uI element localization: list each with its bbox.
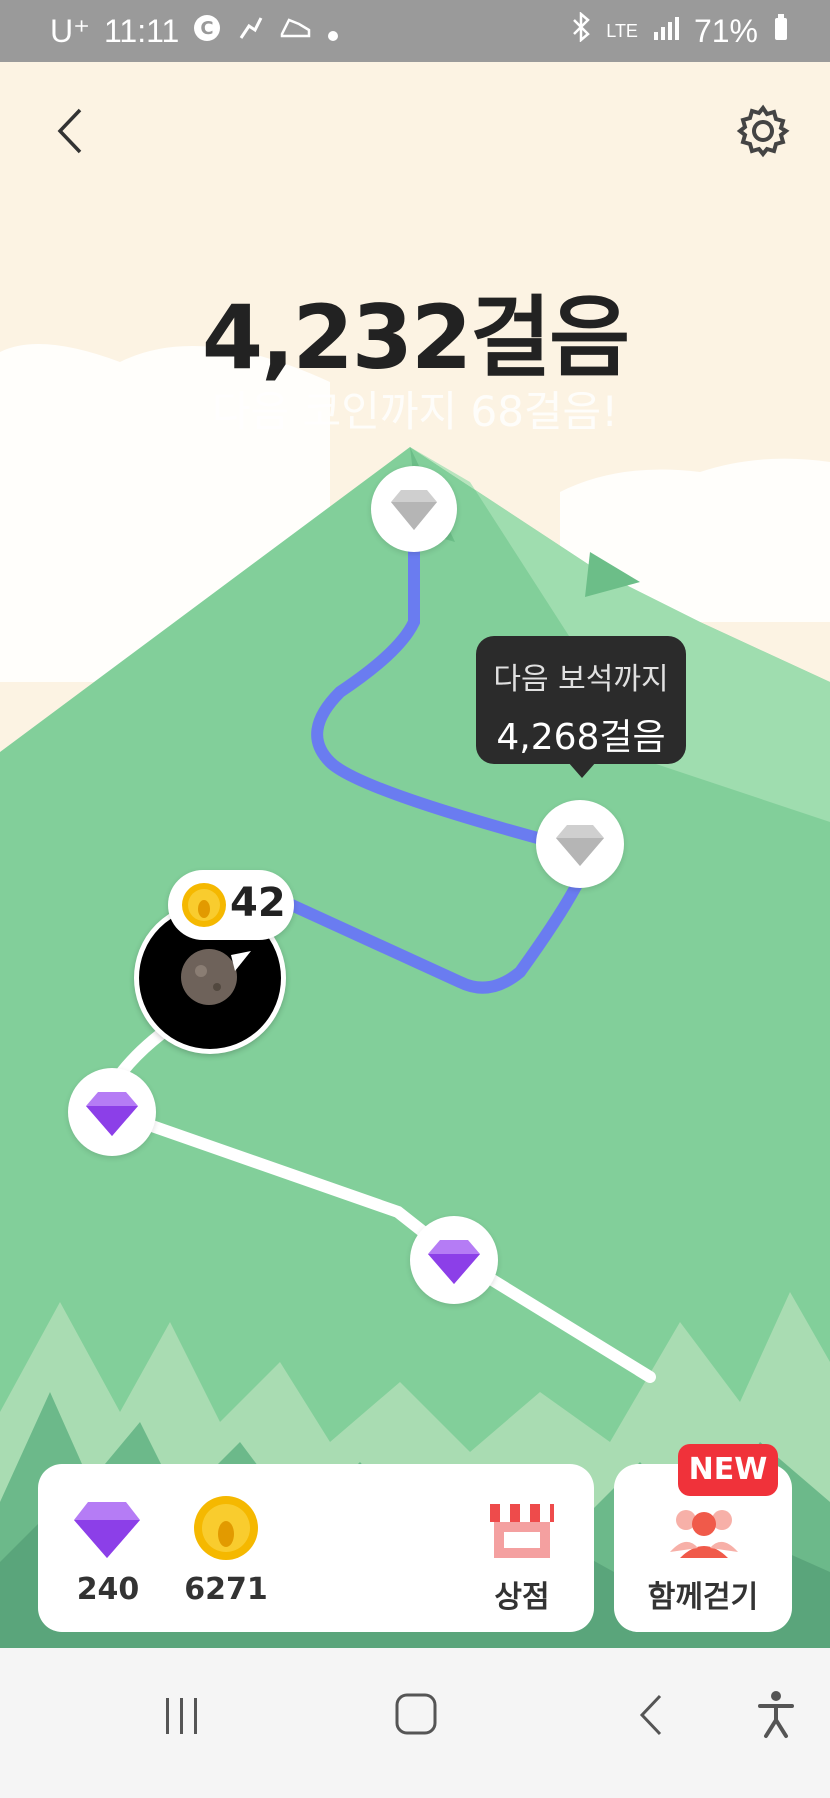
coin-count: 6271 [184,1572,268,1607]
silver-diamond-icon [556,825,604,866]
gem-node-purple-1[interactable] [68,1068,156,1156]
gear-icon [736,104,790,158]
battery-label: 71% [693,12,758,49]
gem-node-top[interactable] [371,466,457,552]
group-walk-icon [670,1510,738,1558]
inventory-panel: 240 6271 상점 [38,1464,594,1632]
battery-icon [772,12,790,50]
walk-together-label: 함께걷기 [647,1580,759,1615]
system-nav-bar [0,1648,830,1798]
network-label: LTE [606,20,638,41]
chevron-left-icon [57,108,82,154]
foot-coin-icon [194,1496,258,1560]
back-button[interactable] [52,106,92,156]
gem-count-item[interactable] [72,1498,142,1560]
next-gem-tooltip: 다음 보석까지 4,268걸음 [476,636,686,778]
silver-diamond-icon [391,490,437,530]
gem-count: 240 [76,1572,140,1607]
status-bar: U⁺ 11:11 C LTE 71% [0,0,830,62]
back-icon [639,1694,662,1736]
accessibility-button[interactable] [756,1690,796,1744]
carrier-label: U⁺ [50,13,90,49]
next-coin-text: 다음 코인까지 68걸음! [211,387,619,436]
foot-coin-icon [182,883,226,927]
clock: 11:11 [104,12,180,49]
step-count: 4,232걸음 [201,286,630,389]
tooltip-title: 다음 보석까지 [493,662,669,697]
dot-icon [327,13,339,50]
shop-button[interactable] [486,1496,558,1560]
purple-diamond-icon [74,1502,140,1558]
shoe-icon [279,12,313,50]
signal-icon [652,13,680,50]
bluetooth-icon [570,11,592,50]
coin-count-item[interactable] [192,1494,260,1562]
purple-diamond-icon [428,1240,480,1284]
home-icon [395,1693,437,1735]
tooltip-value: 4,268걸음 [496,717,666,758]
shop-icon [490,1504,554,1558]
gem-node-next[interactable] [536,800,624,888]
recents-button[interactable] [162,1694,202,1742]
new-badge: NEW [678,1444,778,1496]
back-nav-button[interactable] [636,1692,666,1742]
home-button[interactable] [394,1692,438,1740]
purple-diamond-icon [86,1092,138,1136]
shop-label[interactable]: 상점 [472,1572,572,1616]
gem-node-purple-2[interactable] [410,1216,498,1304]
accessibility-icon [758,1691,794,1738]
settings-button[interactable] [736,104,790,158]
c-app-icon: C [193,13,221,50]
recents-icon [166,1698,197,1734]
runner-icon [235,12,265,50]
svg-text:C: C [201,18,214,39]
avatar-coin-count: 42 [230,880,286,926]
walking-map: 4,232걸음 다음 코인까지 68걸음! 다음 보석까지 4,268걸음 42… [0,62,830,1648]
avatar-coin-bubble: 42 [168,870,294,940]
